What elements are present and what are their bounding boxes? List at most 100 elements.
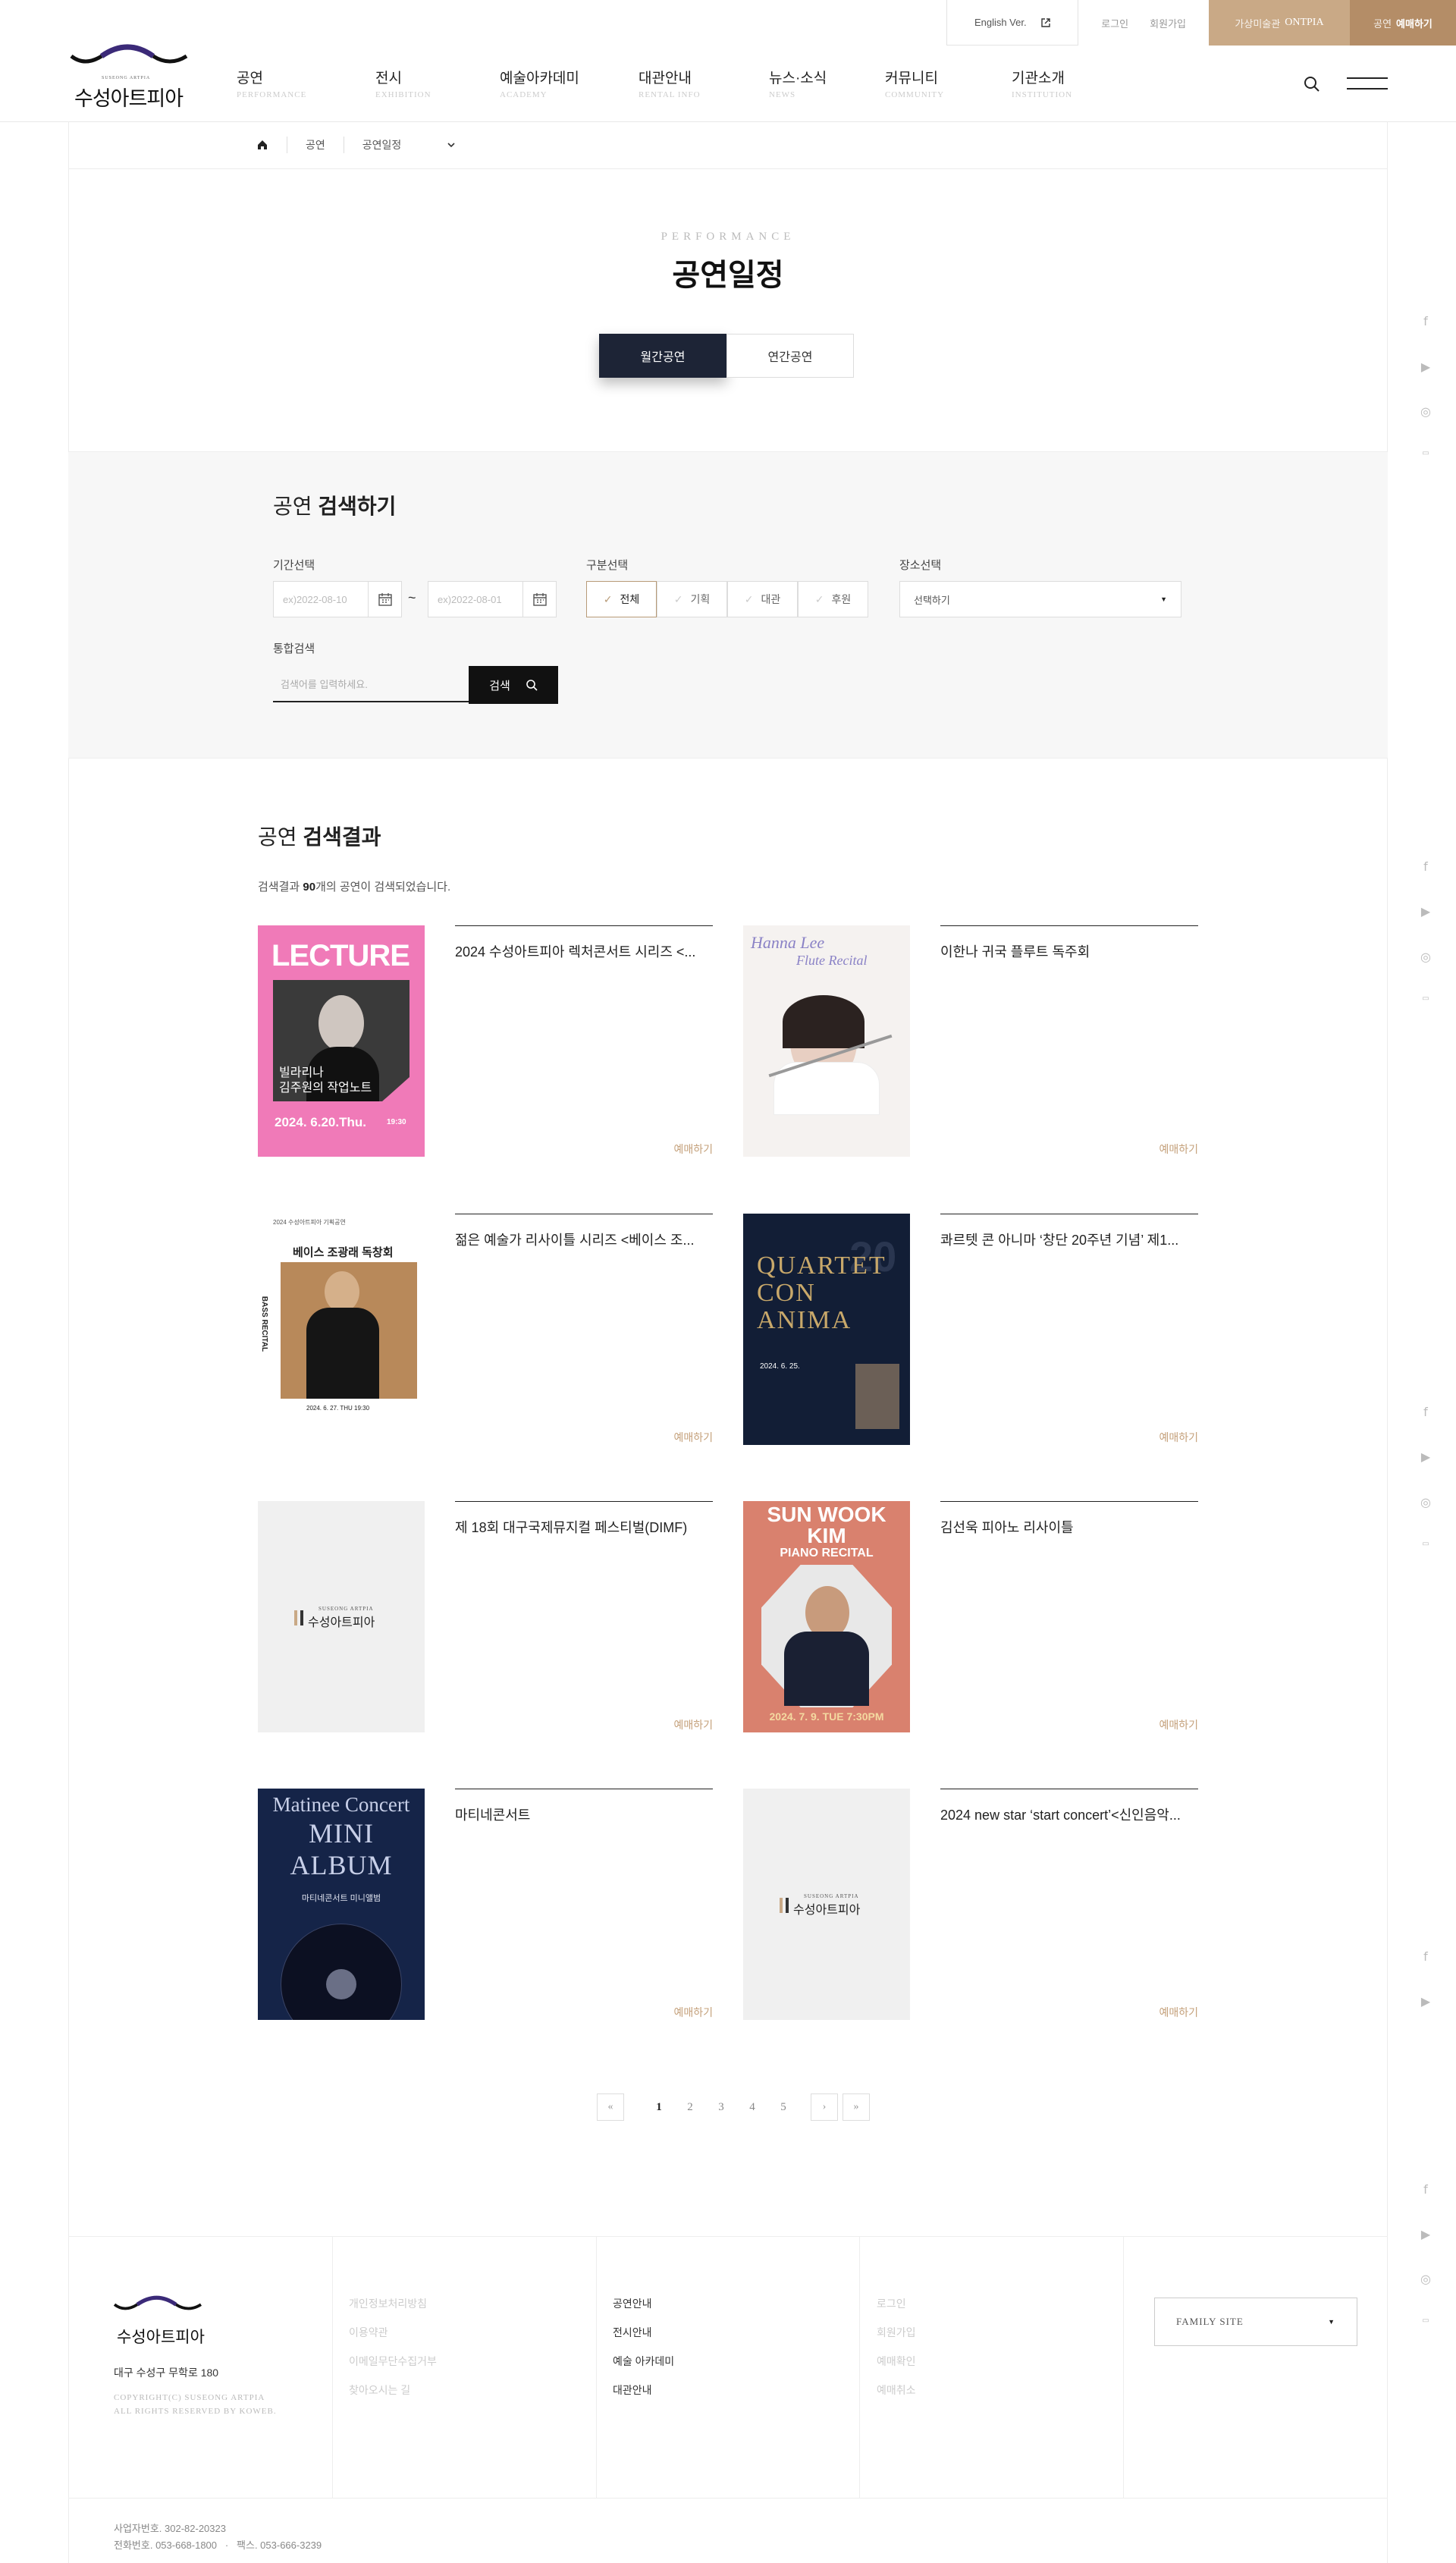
book-ticket-link[interactable]: 공연 예매하기 xyxy=(1350,0,1456,46)
tab-monthly[interactable]: 월간공연 xyxy=(599,334,726,378)
nav-exhibition[interactable]: 전시 EXHIBITION xyxy=(375,67,500,99)
nav-rental[interactable]: 대관안내 RENTAL INFO xyxy=(639,67,769,99)
book-button[interactable]: 예매하기 xyxy=(1159,1717,1198,1732)
page-2[interactable]: 2 xyxy=(676,2093,704,2121)
type-all-checkbox[interactable]: ✓ 전체 xyxy=(586,581,657,617)
performance-card[interactable]: LECTURE 빌라리나 김주원의 작업노트 2024. 6.20.Thu. 1… xyxy=(258,925,728,1157)
youtube-icon[interactable]: ▶ xyxy=(1417,1994,1435,2009)
book-button[interactable]: 예매하기 xyxy=(673,1430,713,1445)
nav-performance[interactable]: 공연 PERFORMANCE xyxy=(237,67,375,99)
facebook-icon[interactable]: f xyxy=(1417,2182,1435,2197)
performance-card[interactable]: SUN WOOK KIM PIANO RECITAL 2024. 7. 9. T… xyxy=(743,1501,1213,1732)
date-from-field[interactable]: ex)2022-08-10 xyxy=(273,581,402,617)
footer-academy-link[interactable]: 예술 아카데미 xyxy=(613,2347,674,2376)
card-title[interactable]: 콰르텟 콘 아니마 ‘창단 20주년 기념’ 제1... xyxy=(940,1230,1198,1249)
blog-icon[interactable]: ▭ xyxy=(1417,994,1435,1003)
english-version-link[interactable]: English Ver. xyxy=(946,0,1079,46)
nav-academy[interactable]: 예술아카데미 ACADEMY xyxy=(500,67,639,99)
login-link[interactable]: 로그인 xyxy=(1101,16,1128,30)
facebook-icon[interactable]: f xyxy=(1417,1949,1435,1964)
performance-card[interactable]: 20 QUARTET CON ANIMA 2024. 6. 25. 콰르텟 콘 … xyxy=(743,1214,1213,1445)
type-plan-checkbox[interactable]: ✓ 기획 xyxy=(657,581,727,617)
youtube-icon[interactable]: ▶ xyxy=(1417,904,1435,919)
blog-icon[interactable]: ▭ xyxy=(1417,1540,1435,1548)
calendar-icon[interactable] xyxy=(522,582,556,617)
poster-lecture[interactable]: LECTURE 빌라리나 김주원의 작업노트 2024. 6.20.Thu. 1… xyxy=(258,925,425,1157)
menu-icon[interactable] xyxy=(1347,76,1388,91)
poster-quartet[interactable]: 20 QUARTET CON ANIMA 2024. 6. 25. xyxy=(743,1214,910,1445)
page-4[interactable]: 4 xyxy=(739,2093,766,2121)
site-logo[interactable]: SUSEONG ARTPIA 수성아트피아 xyxy=(68,38,190,110)
facebook-icon[interactable]: f xyxy=(1417,314,1435,328)
card-title[interactable]: 마티네콘서트 xyxy=(455,1804,713,1824)
card-title[interactable]: 2024 수성아트피아 렉처콘서트 시리즈 <... xyxy=(455,941,713,961)
page-1[interactable]: 1 xyxy=(645,2093,673,2121)
keyword-input[interactable]: 검색어를 입력하세요. xyxy=(273,666,469,702)
calendar-icon[interactable] xyxy=(368,582,401,617)
breadcrumb-level2[interactable]: 공연일정 xyxy=(362,137,402,152)
page-last-button[interactable]: » xyxy=(843,2093,870,2121)
tab-yearly[interactable]: 연간공연 xyxy=(726,334,854,378)
poster-placeholder[interactable]: SUSEONG ARTPIA 수성아트피아 xyxy=(743,1789,910,2020)
poster-piano[interactable]: SUN WOOK KIM PIANO RECITAL 2024. 7. 9. T… xyxy=(743,1501,910,1732)
book-button[interactable]: 예매하기 xyxy=(673,1142,713,1157)
book-button[interactable]: 예매하기 xyxy=(673,2005,713,2020)
page-3[interactable]: 3 xyxy=(708,2093,735,2121)
type-rental-checkbox[interactable]: ✓ 대관 xyxy=(727,581,798,617)
book-button[interactable]: 예매하기 xyxy=(673,1717,713,1732)
type-sponsor-checkbox[interactable]: ✓ 후원 xyxy=(798,581,868,617)
blog-icon[interactable]: ▭ xyxy=(1417,2316,1435,2325)
nav-institution[interactable]: 기관소개 INSTITUTION xyxy=(1012,67,1133,99)
footer-exhibition-link[interactable]: 전시안내 xyxy=(613,2318,674,2347)
book-button[interactable]: 예매하기 xyxy=(1159,1430,1198,1445)
youtube-icon[interactable]: ▶ xyxy=(1417,1450,1435,1464)
page-5[interactable]: 5 xyxy=(770,2093,797,2121)
instagram-icon[interactable]: ◎ xyxy=(1417,2272,1435,2286)
footer-performance-link[interactable]: 공연안내 xyxy=(613,2289,674,2318)
facebook-icon[interactable]: f xyxy=(1417,1405,1435,1419)
book-button[interactable]: 예매하기 xyxy=(1159,2005,1198,2020)
youtube-icon[interactable]: ▶ xyxy=(1417,360,1435,374)
card-title[interactable]: 이한나 귀국 플루트 독주회 xyxy=(940,941,1198,961)
poster-matinee[interactable]: Matinee Concert MINI ALBUM 마티네콘서트 미니앨범 xyxy=(258,1789,425,2020)
poster-placeholder[interactable]: SUSEONG ARTPIA 수성아트피아 xyxy=(258,1501,425,1732)
date-to-field[interactable]: ex)2022-08-01 xyxy=(428,581,557,617)
email-refusal-link[interactable]: 이메일무단수집거부 xyxy=(349,2347,437,2376)
footer-rental-link[interactable]: 대관안내 xyxy=(613,2376,674,2404)
facebook-icon[interactable]: f xyxy=(1417,859,1435,874)
footer-booking-cancel-link[interactable]: 예매취소 xyxy=(877,2376,916,2404)
nav-news[interactable]: 뉴스·소식 NEWS xyxy=(769,67,885,99)
poster-flute[interactable]: Hanna Lee Flute Recital xyxy=(743,925,910,1157)
directions-link[interactable]: 찾아오시는 길 xyxy=(349,2376,437,2404)
blog-icon[interactable]: ▭ xyxy=(1417,449,1435,457)
footer-join-link[interactable]: 회원가입 xyxy=(877,2318,916,2347)
home-icon[interactable] xyxy=(256,139,268,151)
footer-login-link[interactable]: 로그인 xyxy=(877,2289,916,2318)
privacy-link[interactable]: 개인정보처리방침 xyxy=(349,2289,437,2318)
search-button[interactable]: 검색 xyxy=(469,666,558,704)
instagram-icon[interactable]: ◎ xyxy=(1417,404,1435,419)
card-title[interactable]: 제 18회 대구국제뮤지컬 페스티벌(DIMF) xyxy=(455,1517,713,1537)
terms-link[interactable]: 이용약관 xyxy=(349,2318,437,2347)
search-icon[interactable] xyxy=(1303,75,1321,93)
performance-card[interactable]: Hanna Lee Flute Recital 이한나 귀국 플루트 독주회 예… xyxy=(743,925,1213,1157)
card-title[interactable]: 김선욱 피아노 리사이틀 xyxy=(940,1517,1198,1537)
performance-card[interactable]: Matinee Concert MINI ALBUM 마티네콘서트 미니앨범 마… xyxy=(258,1789,728,2020)
instagram-icon[interactable]: ◎ xyxy=(1417,1495,1435,1509)
ontpia-link[interactable]: 가상미술관 ONTPIA xyxy=(1209,0,1350,46)
youtube-icon[interactable]: ▶ xyxy=(1417,2227,1435,2241)
performance-card[interactable]: 2024 수성아트피아 기획공연 베이스 조광래 독창회 BASS RECITA… xyxy=(258,1214,728,1445)
join-link[interactable]: 회원가입 xyxy=(1150,16,1186,30)
venue-select[interactable]: 선택하기 ▼ xyxy=(899,581,1181,617)
poster-bass[interactable]: 2024 수성아트피아 기획공연 베이스 조광래 독창회 BASS RECITA… xyxy=(258,1214,425,1445)
card-title[interactable]: 2024 new star ‘start concert’<신인음악... xyxy=(940,1804,1198,1824)
page-next-button[interactable]: › xyxy=(811,2093,838,2121)
performance-card[interactable]: SUSEONG ARTPIA 수성아트피아 제 18회 대구국제뮤지컬 페스티벌… xyxy=(258,1501,728,1732)
breadcrumb-level1[interactable]: 공연 xyxy=(306,137,325,152)
footer-booking-check-link[interactable]: 예매확인 xyxy=(877,2347,916,2376)
chevron-down-icon[interactable] xyxy=(447,142,456,148)
family-site-select[interactable]: FAMILY SITE ▼ xyxy=(1154,2298,1357,2346)
performance-card[interactable]: SUSEONG ARTPIA 수성아트피아 2024 new star ‘sta… xyxy=(743,1789,1213,2020)
card-title[interactable]: 젊은 예술가 리사이틀 시리즈 <베이스 조... xyxy=(455,1230,713,1249)
footer-logo[interactable]: 수성아트피아 xyxy=(112,2291,205,2348)
